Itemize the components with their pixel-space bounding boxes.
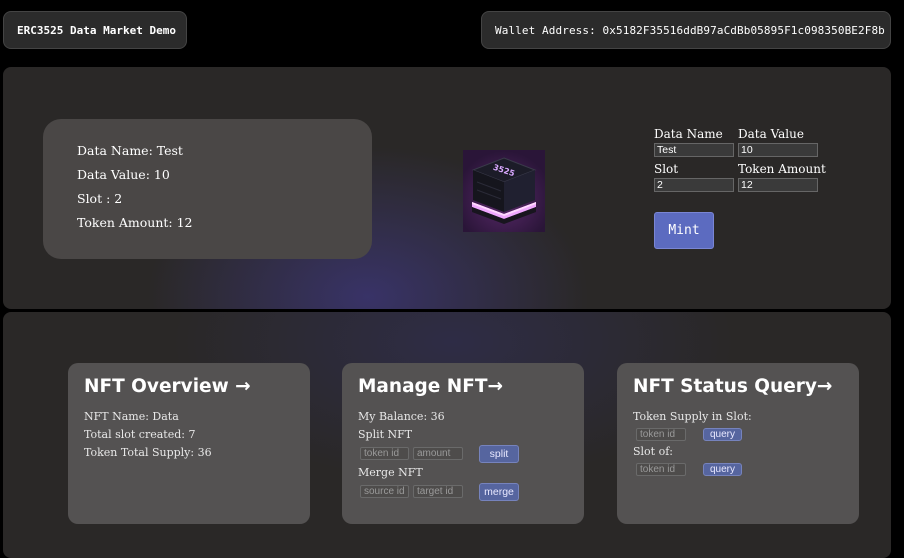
token-amount-label: Token Amount bbox=[738, 162, 826, 176]
data-name-input[interactable]: Test bbox=[654, 143, 734, 157]
manage-nft-card: Manage NFT→ My Balance: 36 Split NFT tok… bbox=[342, 363, 584, 524]
slot-label: Slot bbox=[654, 162, 679, 176]
mint-button[interactable]: Mint bbox=[654, 212, 714, 249]
data-info-card: Data Name: Test Data Value: 10 Slot : 2 … bbox=[43, 119, 372, 259]
split-nft-label: Split NFT bbox=[358, 428, 413, 441]
nft-name-text: NFT Name: Data bbox=[84, 410, 179, 423]
merge-nft-label: Merge NFT bbox=[358, 466, 423, 479]
info-data-value: Data Value: 10 bbox=[77, 167, 170, 182]
info-slot: Slot : 2 bbox=[77, 191, 123, 206]
supply-query-button[interactable]: query bbox=[703, 428, 742, 441]
nft-overview-card: NFT Overview → NFT Name: Data Total slot… bbox=[68, 363, 310, 524]
info-data-name: Data Name: Test bbox=[77, 143, 183, 158]
wallet-address: Wallet Address: 0x5182F35516ddB97aCdBb05… bbox=[481, 11, 891, 49]
token-amount-input[interactable]: 12 bbox=[738, 178, 818, 192]
data-name-label: Data Name bbox=[654, 127, 723, 141]
app-title: ERC3525 Data Market Demo bbox=[3, 11, 187, 49]
my-balance-text: My Balance: 36 bbox=[358, 410, 445, 423]
supply-token-id-input[interactable]: token id bbox=[636, 428, 686, 441]
merge-target-id-input[interactable]: target id bbox=[413, 485, 463, 498]
slot-of-label: Slot of: bbox=[633, 445, 673, 458]
merge-button[interactable]: merge bbox=[479, 483, 519, 501]
split-button[interactable]: split bbox=[479, 445, 519, 463]
total-slot-text: Total slot created: 7 bbox=[84, 428, 196, 441]
merge-source-id-input[interactable]: source id bbox=[360, 485, 409, 498]
slot-input[interactable]: 2 bbox=[654, 178, 734, 192]
manage-nft-title[interactable]: Manage NFT→ bbox=[358, 376, 503, 397]
data-value-input[interactable]: 10 bbox=[738, 143, 818, 157]
info-token-amount: Token Amount: 12 bbox=[77, 215, 193, 230]
slot-of-token-id-input[interactable]: token id bbox=[636, 463, 686, 476]
split-amount-input[interactable]: amount bbox=[413, 447, 463, 460]
split-token-id-input[interactable]: token id bbox=[360, 447, 409, 460]
slot-of-query-button[interactable]: query bbox=[703, 463, 742, 476]
mint-section: Data Name: Test Data Value: 10 Slot : 2 … bbox=[3, 67, 891, 309]
token-supply-in-slot-label: Token Supply in Slot: bbox=[633, 410, 752, 423]
manage-section: NFT Overview → NFT Name: Data Total slot… bbox=[3, 312, 891, 558]
nft-overview-title[interactable]: NFT Overview → bbox=[84, 376, 251, 397]
nft-status-query-card: NFT Status Query→ Token Supply in Slot: … bbox=[617, 363, 859, 524]
token-supply-text: Token Total Supply: 36 bbox=[84, 446, 212, 459]
nft-token-image: 3525 bbox=[463, 150, 545, 232]
nft-status-query-title[interactable]: NFT Status Query→ bbox=[633, 376, 832, 397]
data-value-label: Data Value bbox=[738, 127, 804, 141]
